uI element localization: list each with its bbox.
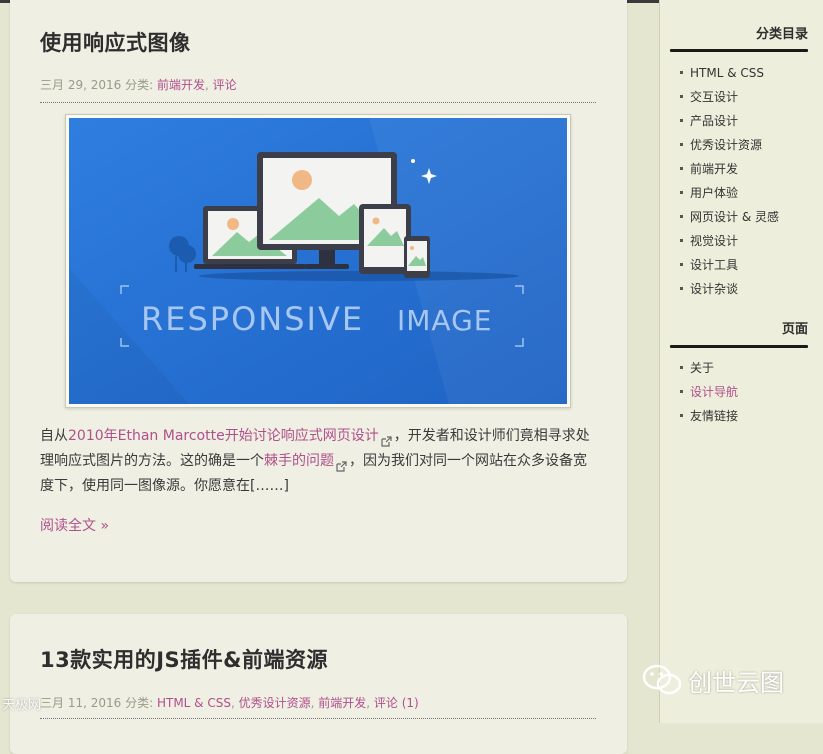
bullet-icon — [680, 167, 683, 170]
bullet-icon — [680, 119, 683, 122]
sidebar-pages-title: 页面 — [781, 322, 808, 337]
sidebar-rule — [670, 345, 808, 348]
post-card: 13款实用的JS插件&前端资源 三月 11, 2016 分类: HTML & C… — [10, 614, 627, 754]
category-label: 分类: — [125, 78, 154, 92]
external-link-icon — [381, 431, 392, 447]
excerpt-intro: 自从 — [40, 428, 68, 444]
bullet-icon — [680, 239, 683, 242]
post-excerpt: 自从2010年Ethan Marcotte开始讨论响应式网页设计 ，开发者和设计师… — [40, 424, 600, 499]
sidebar-category-item[interactable]: 优秀设计资源 — [680, 133, 779, 157]
sidebar-item-label: 设计导航 — [690, 385, 739, 399]
divider — [40, 718, 596, 719]
sidebar-category-list: HTML & CSS 交互设计 产品设计 优秀设计资源 前端开发 用户体验 网页… — [680, 61, 779, 301]
excerpt-link[interactable]: 2010年Ethan Marcotte开始讨论响应式网页设计 — [68, 428, 379, 444]
bullet-icon — [680, 287, 683, 290]
sidebar-category-item[interactable]: 视觉设计 — [680, 229, 779, 253]
watermark-text: 天极网 — [2, 698, 42, 713]
read-more-link[interactable]: 阅读全文 » — [40, 515, 109, 535]
post-date: 三月 11, 2016 — [40, 696, 122, 710]
sidebar-category-item[interactable]: 交互设计 — [680, 85, 779, 109]
sidebar-item-label: 产品设计 — [690, 114, 739, 128]
external-link-icon — [336, 456, 347, 472]
sidebar-rule — [670, 49, 808, 52]
divider — [40, 102, 596, 103]
sidebar-item-label: 友情链接 — [690, 409, 739, 423]
sidebar-page-list: 关于 设计导航 友情链接 — [680, 356, 738, 428]
sidebar-category-item[interactable]: 产品设计 — [680, 109, 779, 133]
sidebar-page-item[interactable]: 友情链接 — [680, 404, 738, 428]
sidebar-page-item[interactable]: 关于 — [680, 356, 738, 380]
category-link[interactable]: HTML & CSS — [157, 696, 231, 710]
sidebar-category-item[interactable]: 前端开发 — [680, 157, 779, 181]
sidebar-category-item[interactable]: HTML & CSS — [680, 61, 779, 85]
watermark-left: 天极网 — [2, 694, 41, 713]
post-meta: 三月 11, 2016 分类: HTML & CSS, 优秀设计资源, 前端开发… — [40, 696, 419, 710]
excerpt-link[interactable]: 棘手的问题 — [264, 453, 334, 469]
post-date: 三月 29, 2016 — [40, 78, 122, 92]
bullet-icon — [680, 143, 683, 146]
bullet-icon — [680, 71, 683, 74]
bullet-icon — [680, 263, 683, 266]
category-link[interactable]: 前端开发 — [157, 78, 205, 92]
bullet-icon — [680, 414, 683, 417]
responsive-image-illustration: RESPONSIVE IMAGE — [69, 118, 567, 404]
sidebar-item-label: 视觉设计 — [690, 234, 739, 248]
sidebar-item-label: 设计杂谈 — [690, 282, 739, 296]
bullet-icon — [680, 215, 683, 218]
category-link[interactable]: 评论 — [213, 78, 237, 92]
sidebar-category-item[interactable]: 网页设计 & 灵感 — [680, 205, 779, 229]
category-link[interactable]: 优秀设计资源 — [239, 696, 311, 710]
post-title[interactable]: 使用响应式图像 — [40, 27, 191, 57]
sidebar-page-item-active[interactable]: 设计导航 — [680, 380, 738, 404]
bullet-icon — [680, 390, 683, 393]
sidebar-category-item[interactable]: 设计杂谈 — [680, 277, 779, 301]
category-link[interactable]: 前端开发 — [318, 696, 366, 710]
post-title[interactable]: 13款实用的JS插件&前端资源 — [40, 644, 328, 674]
comments-link[interactable]: 评论 (1) — [374, 696, 419, 710]
sidebar: 分类目录 HTML & CSS 交互设计 产品设计 优秀设计资源 前端开发 用户… — [659, 0, 823, 723]
sidebar-item-label: 用户体验 — [690, 186, 739, 200]
sidebar-item-label: 关于 — [690, 361, 715, 375]
sidebar-category-item[interactable]: 用户体验 — [680, 181, 779, 205]
featured-image[interactable]: RESPONSIVE IMAGE — [65, 114, 571, 408]
sidebar-item-label: 设计工具 — [690, 258, 739, 272]
watermark-right: 创世云图 — [642, 662, 784, 698]
sidebar-item-label: HTML & CSS — [690, 66, 764, 80]
sidebar-category-item[interactable]: 设计工具 — [680, 253, 779, 277]
sidebar-categories-title: 分类目录 — [755, 27, 808, 42]
wechat-icon — [642, 664, 682, 695]
sidebar-item-label: 前端开发 — [690, 162, 739, 176]
post-meta: 三月 29, 2016 分类: 前端开发, 评论 — [40, 78, 237, 92]
bullet-icon — [680, 191, 683, 194]
image-text-responsive: RESPONSIVE — [141, 300, 364, 338]
bullet-icon — [680, 95, 683, 98]
category-label: 分类: — [125, 696, 154, 710]
image-text-image: IMAGE — [397, 304, 492, 337]
sidebar-item-label: 交互设计 — [690, 90, 739, 104]
post-card: 使用响应式图像 三月 29, 2016 分类: 前端开发, 评论 RESPONS… — [10, 0, 627, 582]
sidebar-item-label: 网页设计 & 灵感 — [690, 210, 779, 224]
sidebar-item-label: 优秀设计资源 — [690, 138, 763, 152]
bullet-icon — [680, 366, 683, 369]
watermark-text: 创世云图 — [688, 668, 784, 697]
